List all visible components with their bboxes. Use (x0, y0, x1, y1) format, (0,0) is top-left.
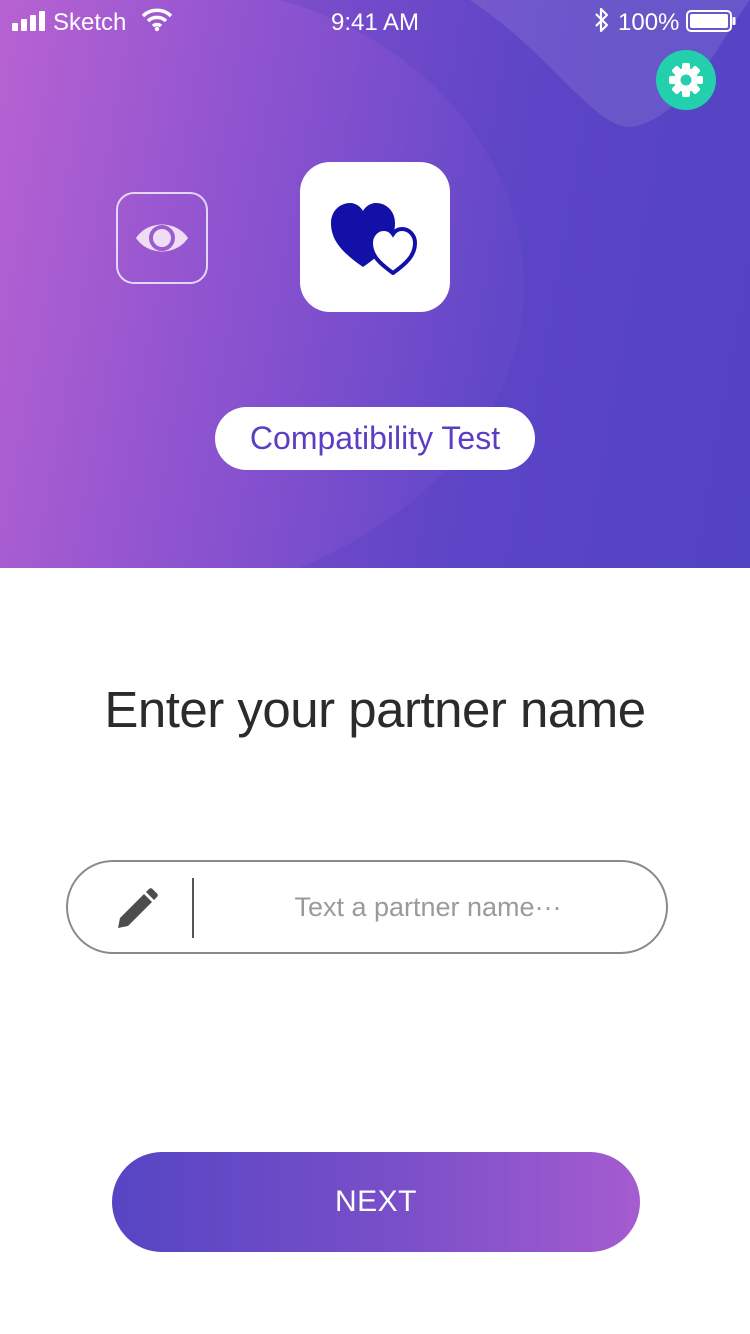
test-title-badge: Compatibility Test (215, 407, 535, 470)
battery-percent: 100% (618, 9, 680, 36)
page-headline: Enter your partner name (104, 681, 646, 738)
settings-button[interactable] (656, 50, 716, 110)
partner-name-field[interactable] (66, 860, 668, 954)
partner-name-input[interactable] (208, 862, 648, 952)
gear-icon (669, 63, 703, 97)
eye-button[interactable] (116, 192, 208, 284)
test-title: Compatibility Test (249, 420, 501, 456)
battery-icon (686, 10, 736, 32)
eye-icon (136, 224, 188, 252)
bluetooth-icon (595, 7, 609, 33)
status-bar: Sketch 9:41 AM 100% (0, 0, 750, 44)
next-button[interactable]: NEXT (112, 1152, 640, 1252)
hearts-icon (331, 203, 418, 275)
field-divider (192, 878, 194, 938)
app-logo (300, 162, 450, 312)
pencil-icon (118, 888, 158, 928)
hero-header: Sketch 9:41 AM 100% Compatibility Test (0, 0, 750, 568)
